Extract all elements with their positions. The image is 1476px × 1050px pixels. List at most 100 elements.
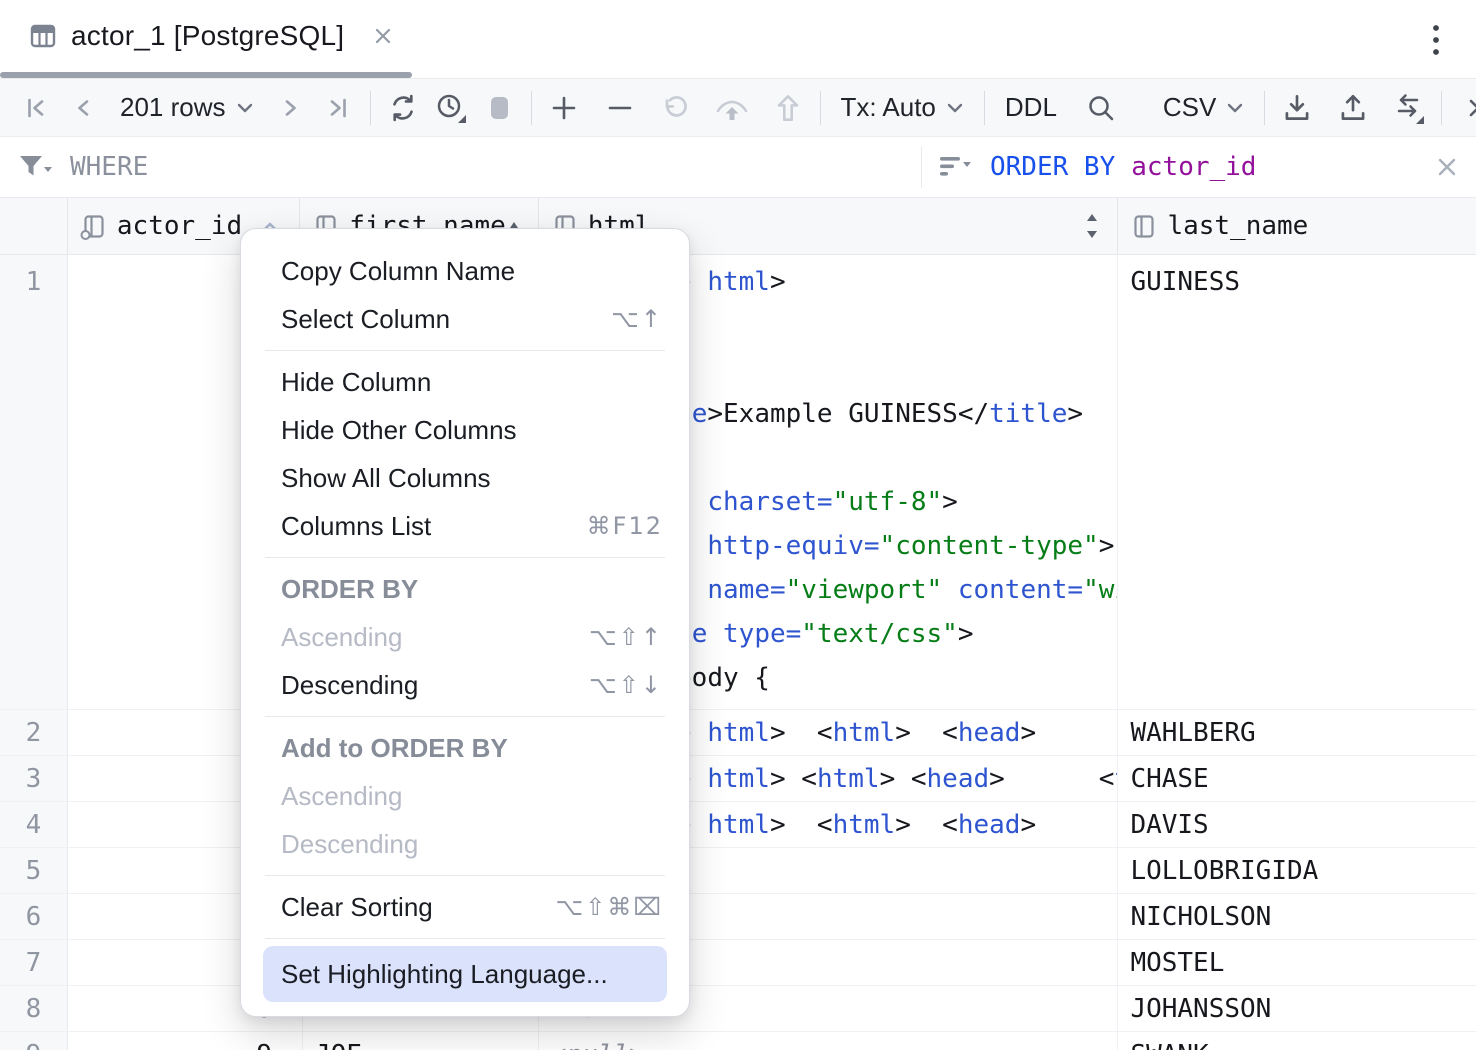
cell-last-name[interactable]: LOLLOBRIGIDA: [1118, 848, 1476, 893]
sort-icon: [938, 153, 974, 181]
context-menu: Copy Column NameSelect Column⌥↑Hide Colu…: [240, 228, 690, 1017]
export-format-dropdown[interactable]: CSV: [1153, 92, 1254, 123]
page-size-dropdown[interactable]: 201 rows: [110, 92, 264, 123]
row-number[interactable]: 6: [0, 894, 68, 939]
delete-row-icon[interactable]: [598, 86, 642, 130]
menu-item-label: Hide Column: [281, 367, 663, 398]
table-row: 1<!doctype html><html><head> <title>Exam…: [0, 255, 1476, 710]
menu-item-select-column[interactable]: Select Column⌥↑: [241, 295, 689, 343]
column-header-label: last_name: [1167, 211, 1308, 241]
where-filter-field[interactable]: WHERE: [0, 137, 921, 197]
primary-key-icon: [81, 231, 89, 239]
tab-close-icon[interactable]: [371, 24, 395, 48]
row-number-header: [0, 198, 68, 254]
row-number[interactable]: 3: [0, 756, 68, 801]
menu-item-set-highlighting-language[interactable]: Set Highlighting Language...: [263, 946, 667, 1002]
column-header-last_name[interactable]: last_name: [1118, 198, 1476, 254]
more-icon[interactable]: [1452, 86, 1476, 130]
compare-icon[interactable]: [1387, 86, 1431, 130]
menu-separator: [265, 875, 665, 876]
filter-bar: WHERE ORDER BY actor_id: [0, 137, 1476, 198]
cell-last-name[interactable]: GUINESS: [1118, 255, 1476, 709]
row-number[interactable]: 1: [0, 255, 68, 709]
menu-item-hide-other-columns[interactable]: Hide Other Columns: [241, 406, 689, 454]
menu-item-label: Add to ORDER BY: [281, 733, 663, 764]
last-page-icon[interactable]: [316, 86, 360, 130]
toolbar: 201 rows: [0, 78, 1476, 137]
cell-last-name[interactable]: DAVIS: [1118, 802, 1476, 847]
preview-changes-icon[interactable]: [710, 86, 754, 130]
toolbar-divider: [370, 91, 371, 125]
menu-item-descending[interactable]: Descending⌥⇧↓: [241, 661, 689, 709]
kebab-icon[interactable]: [1420, 24, 1452, 56]
cell-first-name[interactable]: JOE: [303, 1032, 539, 1050]
menu-item-clear-sorting[interactable]: Clear Sorting⌥⇧⌘⌧: [241, 883, 689, 931]
row-number[interactable]: 4: [0, 802, 68, 847]
ddl-label: DDL: [1005, 92, 1057, 123]
search-icon[interactable]: [1079, 86, 1123, 130]
auto-refresh-icon[interactable]: [429, 86, 473, 130]
menu-item-columns-list[interactable]: Columns List⌘F12: [241, 502, 689, 550]
tab-bar: actor_1 [PostgreSQL]: [0, 0, 1476, 78]
export-icon[interactable]: [1275, 86, 1319, 130]
chevron-down-icon: [236, 102, 254, 114]
table-row: 88MATTHEW<null>JOHANSSON: [0, 986, 1476, 1032]
next-page-icon[interactable]: [268, 86, 312, 130]
row-number[interactable]: 5: [0, 848, 68, 893]
menu-item-show-all-columns[interactable]: Show All Columns: [241, 454, 689, 502]
clear-filter-icon[interactable]: [1434, 154, 1460, 180]
where-label: WHERE: [70, 152, 148, 182]
refresh-icon[interactable]: [381, 86, 425, 130]
csv-label: CSV: [1163, 92, 1216, 123]
rows-count-label: 201 rows: [120, 92, 226, 123]
tx-mode-dropdown[interactable]: Tx: Auto: [831, 92, 974, 123]
row-number[interactable]: 8: [0, 986, 68, 1031]
row-number[interactable]: 7: [0, 940, 68, 985]
cell-last-name[interactable]: JOHANSSON: [1118, 986, 1476, 1031]
menu-separator: [265, 557, 665, 558]
menu-item-shortcut: ⌥↑: [611, 305, 663, 333]
sort-indicator-both-icon[interactable]: [1083, 210, 1101, 242]
row-number[interactable]: 2: [0, 710, 68, 755]
prev-page-icon[interactable]: [62, 86, 106, 130]
tab-title: actor_1 [PostgreSQL]: [71, 20, 344, 52]
menu-item-label: Select Column: [281, 304, 611, 335]
menu-separator: [265, 350, 665, 351]
table-icon: [28, 21, 58, 51]
menu-item-label: Clear Sorting: [281, 892, 556, 923]
import-icon[interactable]: [1331, 86, 1375, 130]
menu-item-shortcut: ⌥⇧⌘⌧: [556, 893, 663, 921]
menu-item-label: Descending: [281, 670, 589, 701]
menu-item-copy-column-name[interactable]: Copy Column Name: [241, 247, 689, 295]
order-by-field[interactable]: ORDER BY actor_id: [922, 137, 1476, 197]
cell-html[interactable]: <null>: [539, 1032, 1119, 1050]
column-icon: [80, 213, 107, 240]
first-page-icon[interactable]: [14, 86, 58, 130]
revert-icon[interactable]: [654, 86, 698, 130]
cell-last-name[interactable]: NICHOLSON: [1118, 894, 1476, 939]
toolbar-divider: [531, 91, 532, 125]
cell-last-name[interactable]: WAHLBERG: [1118, 710, 1476, 755]
tab-actor-1[interactable]: actor_1 [PostgreSQL]: [0, 0, 395, 72]
table-row: 99JOE<null>SWANK: [0, 1032, 1476, 1050]
cell-last-name[interactable]: SWANK: [1118, 1032, 1476, 1050]
cell-actor-id[interactable]: 9: [68, 1032, 303, 1050]
row-number[interactable]: 9: [0, 1032, 68, 1050]
commit-icon[interactable]: [766, 86, 810, 130]
menu-item-label: Ascending: [281, 781, 663, 812]
menu-item-label: Descending: [281, 829, 663, 860]
table-row: 2<!doctype html> <html> <head> <titleWAH…: [0, 710, 1476, 756]
chevron-down-icon: [946, 102, 964, 114]
cell-last-name[interactable]: MOSTEL: [1118, 940, 1476, 985]
ddl-button[interactable]: DDL: [995, 92, 1067, 123]
cell-last-name[interactable]: CHASE: [1118, 756, 1476, 801]
toolbar-divider: [1441, 91, 1442, 125]
add-row-icon[interactable]: [542, 86, 586, 130]
filter-icon: [18, 153, 54, 181]
menu-item-hide-column[interactable]: Hide Column: [241, 358, 689, 406]
stop-icon[interactable]: [477, 86, 521, 130]
datagrip-window: actor_1 [PostgreSQL]: [0, 0, 1476, 1050]
table-row: 7<null>MOSTEL: [0, 940, 1476, 986]
menu-item-ascending: Ascending: [241, 772, 689, 820]
chevron-down-icon: [1226, 102, 1244, 114]
